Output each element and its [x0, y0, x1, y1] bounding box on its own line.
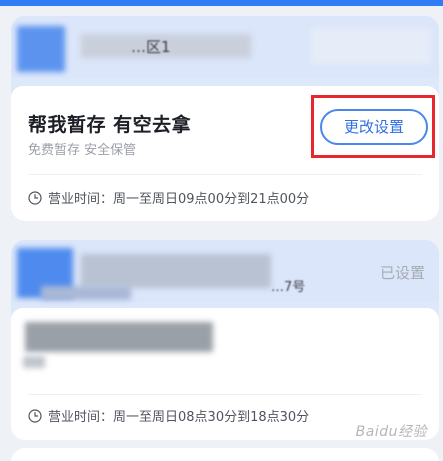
watermark: Baidu经验 [355, 424, 427, 440]
top-accent-strip [0, 0, 443, 6]
blurred-region [25, 322, 213, 352]
blurred-region [23, 356, 45, 368]
blurred-region [311, 28, 431, 64]
address-text: …区1 [131, 38, 171, 56]
service-title: 帮我暂存 有空去拿 [28, 114, 192, 136]
address-band: …区1 [11, 16, 439, 78]
blurred-region [41, 286, 131, 300]
blurred-region [81, 254, 271, 288]
divider [28, 174, 422, 175]
station-card-1[interactable]: …区1 帮我暂存 有空去拿 免费暂存 安全保管 更改设置 营业时间：周一至周日0… [11, 16, 439, 221]
address-band: …7号 已设置 [11, 240, 439, 302]
address-text: …7号 [271, 280, 306, 295]
clock-icon [28, 190, 42, 205]
business-hours-text: 营业时间：周一至周日08点30分到18点30分 [48, 410, 310, 425]
business-hours-text: 营业时间：周一至周日09点00分到21点00分 [48, 192, 310, 207]
business-hours-row: 营业时间：周一至周日08点30分到18点30分 [28, 406, 309, 425]
business-hours-row: 营业时间：周一至周日09点00分到21点00分 [28, 188, 309, 207]
blurred-region [17, 26, 65, 72]
station-card-2[interactable]: …7号 已设置 营业时间：周一至周日08点30分到18点30分 [11, 240, 439, 440]
change-settings-button[interactable]: 更改设置 [320, 109, 428, 145]
service-subtitle: 免费暂存 安全保管 [28, 143, 137, 158]
station-card-3[interactable] [11, 448, 439, 461]
status-label: 已设置 [379, 264, 425, 282]
station-detail-panel: 帮我暂存 有空去拿 免费暂存 安全保管 更改设置 营业时间：周一至周日09点00… [11, 86, 439, 221]
screen: …区1 帮我暂存 有空去拿 免费暂存 安全保管 更改设置 营业时间：周一至周日0… [0, 0, 443, 461]
divider [28, 394, 422, 395]
clock-icon [28, 408, 42, 423]
